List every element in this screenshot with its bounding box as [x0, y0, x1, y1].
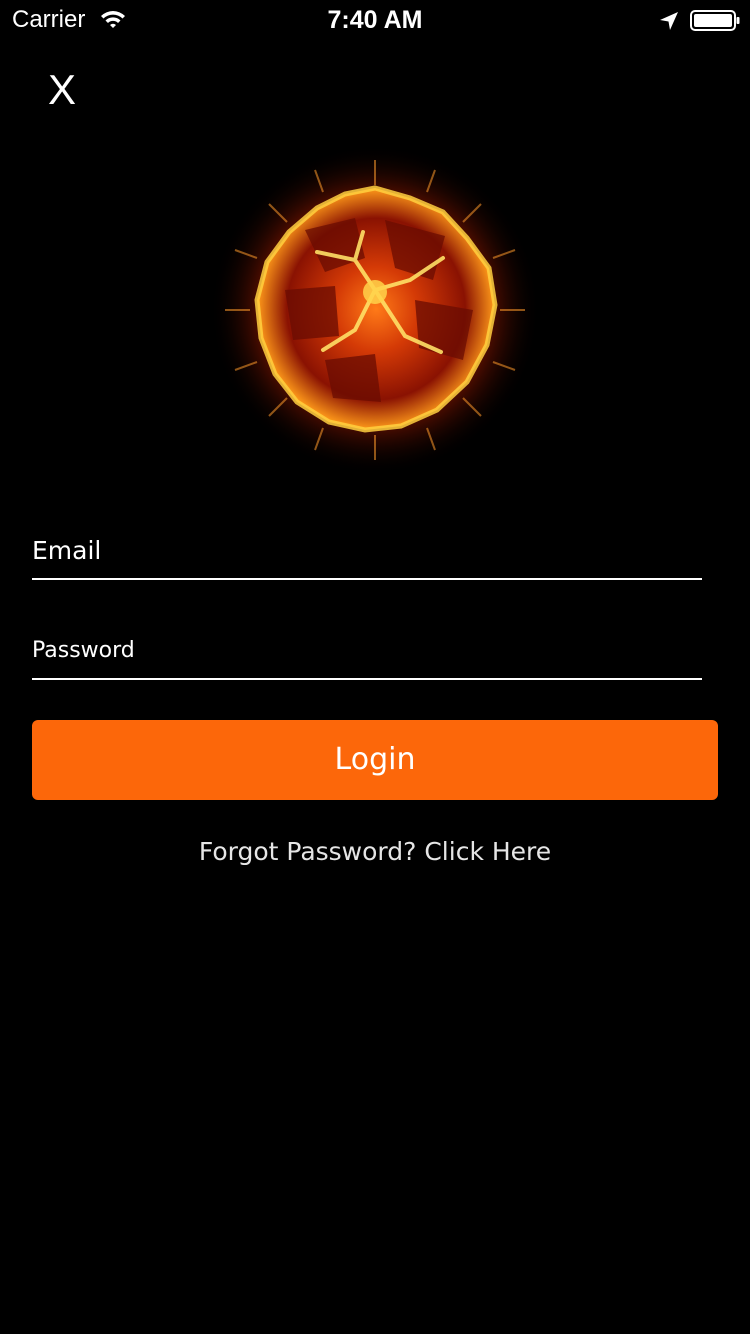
forgot-password-link[interactable]: Forgot Password? Click Here: [0, 834, 750, 870]
battery-icon: [690, 10, 740, 31]
email-input[interactable]: [32, 528, 702, 572]
password-field[interactable]: [32, 630, 702, 680]
status-bar: Carrier 7:40 AM: [0, 0, 750, 40]
fire-explosion-logo: [210, 145, 540, 475]
status-time: 7:40 AM: [327, 6, 423, 34]
location-arrow-icon: [660, 12, 678, 30]
close-button[interactable]: X: [34, 62, 90, 118]
login-button[interactable]: Login: [32, 720, 718, 800]
password-input[interactable]: [32, 630, 702, 670]
email-field[interactable]: [32, 528, 702, 580]
